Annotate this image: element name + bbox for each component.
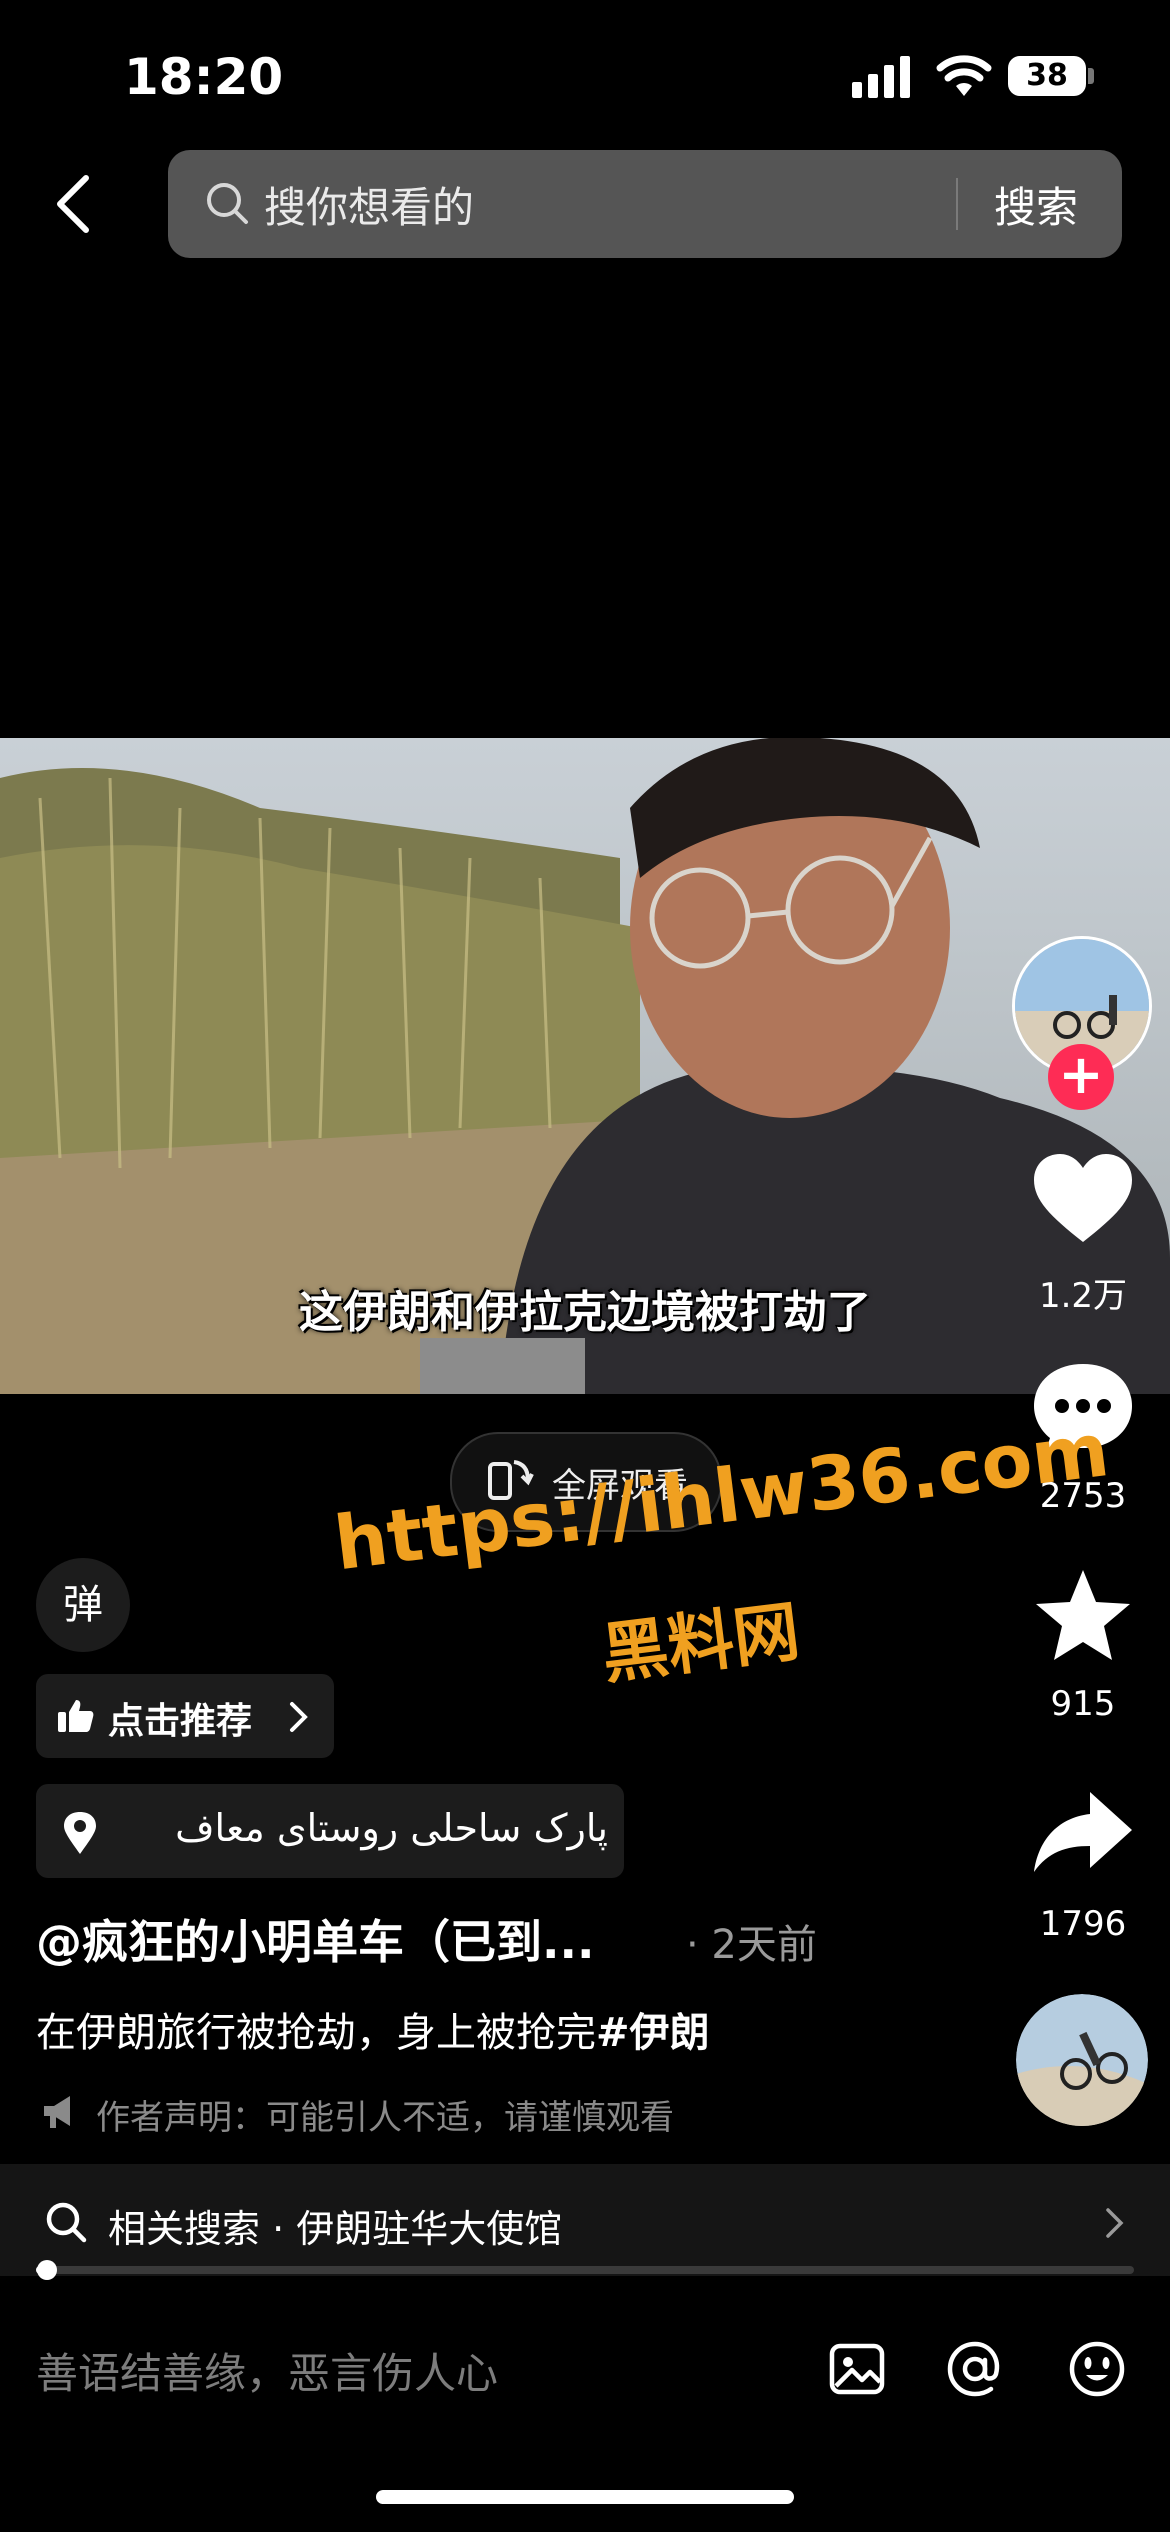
- search-button[interactable]: 搜索: [994, 174, 1078, 235]
- emoji-icon[interactable]: [1066, 2338, 1128, 2400]
- follow-button[interactable]: +: [1048, 1044, 1114, 1110]
- location-label: پارک ساحلی روستای معاف: [175, 1806, 608, 1850]
- chevron-right-icon: [1106, 2208, 1124, 2238]
- post-description: 在伊朗旅行被抢劫，身上被抢完#伊朗: [36, 2000, 710, 2058]
- related-search-label: 相关搜索 · 伊朗驻华大使馆: [108, 2207, 563, 2251]
- search-icon: [46, 2202, 87, 2243]
- post-time: · 2天前: [686, 1922, 817, 1968]
- watermark-name: 黑料网: [597, 1592, 804, 1694]
- video-progress-handle[interactable]: [36, 2260, 57, 2280]
- cellular-signal-icon: [852, 56, 914, 98]
- share-count: 1796: [1039, 1904, 1127, 1944]
- music-disc[interactable]: [1016, 1994, 1148, 2126]
- thumb-up-icon: [58, 1700, 94, 1732]
- author-statement: 作者声明：可能引人不适，请谨慎观看: [96, 2098, 674, 2138]
- battery-indicator: 38: [1008, 56, 1086, 96]
- chevron-right-icon: [290, 1702, 308, 1732]
- search-icon: [207, 183, 248, 224]
- megaphone-icon: [44, 2096, 70, 2128]
- favorite-count: 915: [1050, 1684, 1116, 1724]
- video-progress-track[interactable]: [36, 2266, 1134, 2274]
- share-icon[interactable]: [1030, 1786, 1136, 1886]
- search-input[interactable]: 搜你想看的: [264, 174, 474, 235]
- home-indicator[interactable]: [376, 2490, 794, 2504]
- heart-icon[interactable]: [1030, 1150, 1136, 1250]
- like-count: 1.2万: [1038, 1276, 1128, 1316]
- back-icon[interactable]: [48, 172, 100, 236]
- wifi-icon: [936, 55, 992, 96]
- star-icon[interactable]: [1030, 1566, 1136, 1666]
- status-time: 18:20: [124, 48, 284, 106]
- search-divider: [956, 178, 958, 230]
- author-name[interactable]: @疯狂的小明单车（已到...: [36, 1906, 594, 1972]
- location-pin-icon: [64, 1812, 96, 1854]
- recommend-label: 点击推荐: [108, 1701, 253, 1742]
- video-subtitle: 这伊朗和伊拉克边境被打劫了: [299, 1287, 871, 1338]
- image-icon[interactable]: [826, 2338, 888, 2400]
- comment-input[interactable]: 善语结善缘，恶言伤人心: [36, 2340, 498, 2401]
- watermark-url: https://ihlw36.com: [330, 1407, 1114, 1588]
- at-icon[interactable]: [944, 2338, 1006, 2400]
- battery-tip: [1088, 68, 1094, 84]
- post-text: 在伊朗旅行被抢劫，身上被抢完: [36, 2010, 596, 2056]
- hashtag-link[interactable]: #伊朗: [596, 2010, 710, 2056]
- danmu-toggle[interactable]: 弹: [36, 1558, 130, 1652]
